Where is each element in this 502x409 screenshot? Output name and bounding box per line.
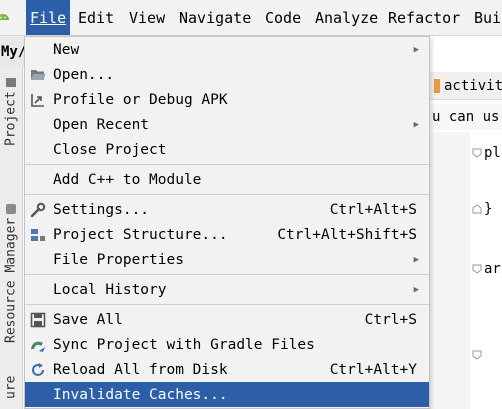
menu-item-add-cpp[interactable]: Add C++ to Module [25, 167, 429, 192]
menu-item-save-all[interactable]: Save All Ctrl+S [25, 307, 429, 332]
main-menu-bar: File Edit View Navigate Code Analyze Ref… [0, 0, 502, 36]
fold-marker-icon[interactable] [472, 264, 482, 274]
menu-item-open-recent-label: Open Recent [53, 116, 150, 133]
menu-view[interactable]: View [125, 0, 169, 35]
menu-item-project-structure[interactable]: Project Structure... Ctrl+Alt+Shift+S [25, 222, 429, 247]
menu-item-profile-debug-apk[interactable]: Profile or Debug APK [25, 87, 429, 112]
menu-item-add-cpp-label: Add C++ to Module [53, 171, 202, 188]
menu-edit[interactable]: Edit [74, 0, 118, 35]
menu-separator [25, 304, 429, 305]
menu-item-close-project-label: Close Project [53, 141, 167, 158]
submenu-arrow-icon: ▶ [413, 44, 419, 55]
menu-file-label: File [30, 8, 67, 27]
menu-build-label: Bui [474, 8, 502, 27]
layout-file-icon [434, 78, 440, 93]
refresh-icon [29, 361, 47, 379]
project-structure-shortcut: Ctrl+Alt+Shift+S [277, 226, 417, 243]
folder-open-icon [29, 66, 47, 84]
menu-item-invalidate-caches-label: Invalidate Caches... [53, 386, 228, 403]
menu-item-file-properties-label: File Properties [53, 251, 184, 268]
reload-disk-shortcut: Ctrl+Alt+Y [329, 361, 417, 378]
menu-item-profile-debug-label: Profile or Debug APK [53, 91, 228, 108]
menu-item-open-recent[interactable]: Open Recent ▶ [25, 112, 429, 137]
menu-item-new-label: New [53, 41, 80, 58]
editor-info-banner: u can us [430, 104, 502, 130]
menu-navigate[interactable]: Navigate [175, 0, 255, 35]
menu-item-open[interactable]: Open... [25, 62, 429, 87]
menu-refactor-label: Refactor [388, 8, 461, 27]
menu-item-file-properties[interactable]: File Properties ▶ [25, 247, 429, 272]
android-studio-icon [0, 9, 12, 27]
menu-item-project-structure-label: Project Structure... [53, 226, 228, 243]
fold-marker-icon[interactable] [472, 148, 482, 158]
save-icon [29, 311, 47, 329]
fold-marker-icon[interactable] [472, 350, 482, 360]
structure-tab-label: ure [3, 376, 19, 400]
code-line: pl [484, 145, 501, 161]
submenu-arrow-icon: ▶ [413, 254, 419, 265]
project-name-label: My/ [0, 36, 25, 68]
menu-file[interactable]: File [26, 0, 71, 35]
resource-manager-tool-tab[interactable]: Resource Manager [0, 204, 22, 354]
wrench-icon [29, 201, 47, 219]
project-tab-label: Project [3, 91, 19, 146]
menu-item-sync-gradle[interactable]: Sync Project with Gradle Files [25, 332, 429, 357]
menu-navigate-label: Navigate [179, 8, 252, 27]
menu-separator [25, 194, 429, 195]
submenu-arrow-icon: ▶ [413, 119, 419, 130]
save-all-shortcut: Ctrl+S [364, 311, 417, 328]
project-tool-tab[interactable]: Project [0, 78, 22, 158]
menu-item-new[interactable]: New ▶ [25, 37, 429, 62]
menu-item-reload-disk[interactable]: Reload All from Disk Ctrl+Alt+Y [25, 357, 429, 382]
menu-analyze-label: Analyze [315, 8, 379, 27]
menu-item-local-history[interactable]: Local History ▶ [25, 277, 429, 302]
menu-code[interactable]: Code [261, 0, 305, 35]
menu-item-save-all-label: Save All [53, 311, 123, 328]
menu-item-open-label: Open... [53, 66, 115, 83]
menu-separator [25, 164, 429, 165]
menu-refactor[interactable]: Refactor [384, 0, 464, 35]
menu-item-settings[interactable]: Settings... Ctrl+Alt+S [25, 197, 429, 222]
menu-build[interactable]: Bui [470, 0, 502, 35]
menu-item-local-history-label: Local History [53, 281, 167, 298]
menu-view-label: View [129, 8, 166, 27]
resource-manager-icon [6, 204, 16, 214]
editor-tab-label: activity [444, 77, 502, 94]
editor-gutter [430, 132, 470, 409]
folder-icon [6, 78, 16, 87]
menu-item-settings-label: Settings... [53, 201, 150, 218]
code-line: } [484, 201, 493, 217]
menu-item-sync-gradle-label: Sync Project with Gradle Files [53, 336, 315, 353]
project-structure-icon [29, 226, 47, 244]
settings-shortcut: Ctrl+Alt+S [329, 201, 417, 218]
menu-analyze[interactable]: Analyze [311, 0, 382, 35]
menu-item-close-project[interactable]: Close Project [25, 137, 429, 162]
menu-item-invalidate-caches[interactable]: Invalidate Caches... [25, 382, 429, 407]
profile-apk-icon [29, 91, 47, 109]
submenu-arrow-icon: ▶ [413, 284, 419, 295]
file-menu-dropdown: New ▶ Open... Profile or Debug APK Open … [24, 36, 430, 409]
menu-item-reload-disk-label: Reload All from Disk [53, 361, 228, 378]
resource-manager-tab-label: Resource Manager [3, 218, 19, 344]
fold-marker-icon[interactable] [472, 204, 482, 214]
gradle-sync-icon [29, 336, 47, 354]
left-tool-strip: Project Resource Manager ure [0, 68, 23, 409]
menu-code-label: Code [265, 8, 302, 27]
menu-edit-label: Edit [78, 8, 115, 27]
editor-tab-activity[interactable]: activity [430, 72, 502, 100]
structure-tool-tab[interactable]: ure [0, 376, 22, 409]
code-line: ar [484, 261, 501, 277]
menu-separator [25, 274, 429, 275]
